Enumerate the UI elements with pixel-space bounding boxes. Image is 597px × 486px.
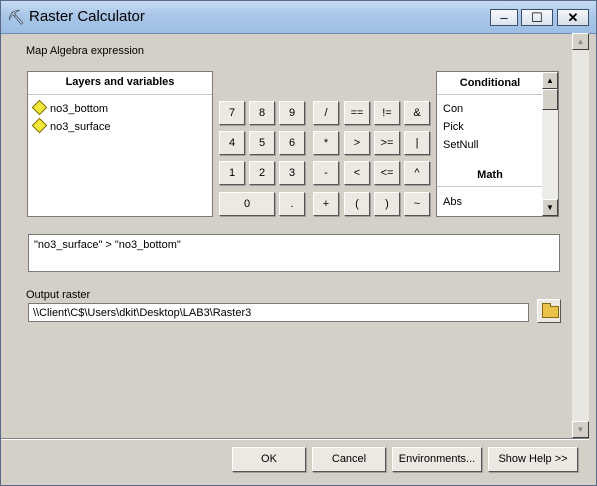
key-8[interactable]: 8 <box>249 101 275 125</box>
minimize-button[interactable]: – <box>490 9 518 26</box>
key-xor[interactable]: ^ <box>404 161 430 185</box>
cancel-button[interactable]: Cancel <box>312 447 386 472</box>
key-not[interactable]: ~ <box>404 192 430 216</box>
functions-scrollbar[interactable]: ▲ ▼ <box>542 72 558 216</box>
divider <box>437 186 543 187</box>
raster-layer-icon <box>31 117 48 134</box>
key-5[interactable]: 5 <box>249 131 275 155</box>
layers-header: Layers and variables <box>28 72 212 95</box>
function-item-con[interactable]: Con <box>443 103 463 115</box>
close-button[interactable]: ✕ <box>557 9 589 26</box>
key-multiply[interactable]: * <box>313 131 339 155</box>
function-item-pick[interactable]: Pick <box>443 121 464 133</box>
browse-button[interactable] <box>537 299 561 323</box>
scroll-up-icon[interactable]: ▲ <box>572 33 589 50</box>
key-0[interactable]: 0 <box>219 192 275 216</box>
divider <box>1 438 589 440</box>
key-decimal[interactable]: . <box>279 192 305 216</box>
function-item-setnull[interactable]: SetNull <box>443 139 478 151</box>
output-raster-label: Output raster <box>26 289 91 301</box>
math-header: Math <box>477 169 503 181</box>
raster-layer-icon <box>31 99 48 116</box>
key-or[interactable]: | <box>404 131 430 155</box>
key-minus[interactable]: - <box>313 161 339 185</box>
key-6[interactable]: 6 <box>279 131 305 155</box>
scroll-up-icon[interactable]: ▲ <box>542 72 558 89</box>
window-title: Raster Calculator <box>29 8 145 25</box>
dialog-scrollbar[interactable]: ▲ ▼ <box>572 33 589 438</box>
key-greater-equal[interactable]: >= <box>374 131 400 155</box>
conditional-header: Conditional <box>459 77 521 89</box>
raster-calculator-window: ⛏ Raster Calculator – ☐ ✕ ▲ ▼ Map Algebr… <box>0 0 597 486</box>
key-less[interactable]: < <box>344 161 370 185</box>
key-plus[interactable]: + <box>313 192 339 216</box>
key-7[interactable]: 7 <box>219 101 245 125</box>
key-not-equal[interactable]: != <box>374 101 400 125</box>
function-item-abs[interactable]: Abs <box>443 196 462 208</box>
title-bar[interactable]: ⛏ Raster Calculator – ☐ ✕ <box>1 1 596 34</box>
key-greater[interactable]: > <box>344 131 370 155</box>
open-folder-icon <box>542 303 559 318</box>
raster-calculator-icon: ⛏ <box>7 9 25 25</box>
key-equal[interactable]: == <box>344 101 370 125</box>
divider <box>437 94 543 95</box>
show-help-button[interactable]: Show Help >> <box>488 447 578 472</box>
key-2[interactable]: 2 <box>249 161 275 185</box>
scroll-down-icon[interactable]: ▼ <box>572 421 589 438</box>
key-and[interactable]: & <box>404 101 430 125</box>
key-3[interactable]: 3 <box>279 161 305 185</box>
functions-list[interactable]: Conditional Con Pick SetNull Math Abs ▲ … <box>436 71 559 217</box>
layers-list[interactable]: Layers and variables no3_bottom no3_surf… <box>27 71 213 217</box>
maximize-button[interactable]: ☐ <box>521 9 553 26</box>
key-open-paren[interactable]: ( <box>344 192 370 216</box>
scroll-down-icon[interactable]: ▼ <box>542 199 558 216</box>
output-raster-path: \\Client\C$\Users\dkit\Desktop\LAB3\Rast… <box>33 307 252 319</box>
key-4[interactable]: 4 <box>219 131 245 155</box>
expression-text: "no3_surface" > "no3_bottom" <box>34 239 181 251</box>
key-less-equal[interactable]: <= <box>374 161 400 185</box>
layer-item-no3-bottom[interactable]: no3_bottom <box>31 99 108 118</box>
key-9[interactable]: 9 <box>279 101 305 125</box>
environments-button[interactable]: Environments... <box>392 447 482 472</box>
key-divide[interactable]: / <box>313 101 339 125</box>
ok-button[interactable]: OK <box>232 447 306 472</box>
key-1[interactable]: 1 <box>219 161 245 185</box>
expression-textarea[interactable]: "no3_surface" > "no3_bottom" <box>28 234 560 272</box>
key-close-paren[interactable]: ) <box>374 192 400 216</box>
map-algebra-label: Map Algebra expression <box>26 45 145 57</box>
output-raster-input[interactable]: \\Client\C$\Users\dkit\Desktop\LAB3\Rast… <box>28 303 529 322</box>
layer-item-no3-surface[interactable]: no3_surface <box>31 117 111 136</box>
scroll-thumb[interactable] <box>542 89 558 110</box>
